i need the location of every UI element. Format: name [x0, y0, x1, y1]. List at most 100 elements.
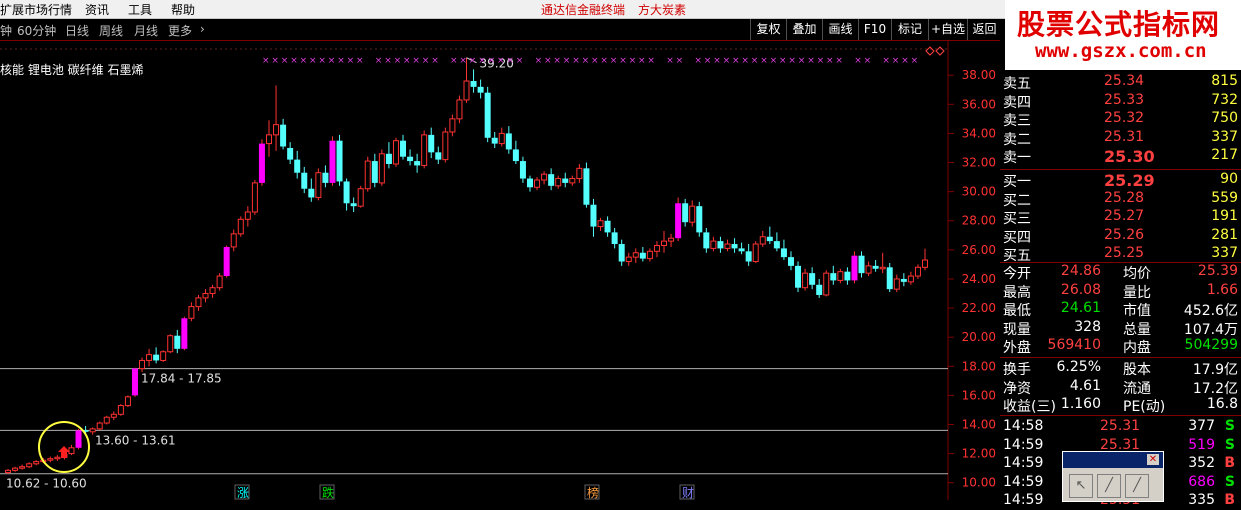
candle-body: [265, 134, 272, 145]
candle-body: [597, 220, 604, 228]
signal-marker: ×: [817, 56, 825, 66]
overlay-button[interactable]: 叠加: [786, 19, 822, 40]
tick-volume: 352: [1188, 455, 1215, 472]
candle-body: [216, 275, 223, 289]
y-tick-label: 18.00: [962, 359, 996, 373]
signal-marker: ×: [835, 56, 843, 66]
bid-price: 25.27: [1104, 208, 1145, 225]
divider: [1000, 169, 1241, 170]
chevron-right-icon[interactable]: ›: [200, 22, 205, 36]
quote-label: 内盘: [1123, 340, 1151, 357]
candle-body: [167, 335, 174, 353]
pointer-icon[interactable]: ↖: [1069, 474, 1093, 498]
fundamental-row: 换手 6.25% 股本 17.9亿: [1000, 359, 1241, 378]
signal-marker: ×: [516, 56, 524, 66]
menu-help[interactable]: 帮助: [171, 1, 195, 18]
mark-button[interactable]: 标记: [891, 19, 928, 40]
ask-row[interactable]: 卖二 25.31 337: [1000, 129, 1241, 148]
candle-body: [604, 220, 611, 233]
signal-marker: ×: [619, 56, 627, 66]
candle-body: [900, 278, 907, 282]
add-watchlist-button[interactable]: +自选: [928, 19, 967, 40]
ask-row[interactable]: 卖五 25.34 815: [1000, 73, 1241, 92]
signal-marker: ×: [469, 56, 477, 66]
candle-body: [442, 131, 449, 161]
close-icon[interactable]: ✕: [1147, 454, 1159, 465]
line-tool-icon[interactable]: ╱: [1097, 474, 1121, 498]
candle-body: [569, 178, 576, 184]
candle-body: [766, 236, 773, 242]
signal-marker: ×: [788, 56, 796, 66]
y-tick-label: 38.00: [962, 68, 996, 82]
kline-chart[interactable]: 38.00 36.00 34.00 32.00 30.00 28.00 26.00 24.00…: [0, 41, 1000, 500]
quote-label: 外盘: [1003, 340, 1031, 357]
candle-body: [146, 354, 153, 361]
f10-button[interactable]: F10: [858, 19, 891, 40]
menu-tools[interactable]: 工具: [128, 1, 152, 18]
tab-weekly[interactable]: 周线: [99, 22, 123, 39]
tick-time: 14:59: [1003, 492, 1044, 509]
candle-body: [717, 241, 724, 249]
ask-row[interactable]: 卖四 25.33 732: [1000, 92, 1241, 111]
candle-body: [703, 232, 710, 249]
zone-label-upper: 17.84 - 17.85: [141, 372, 222, 386]
bid-row[interactable]: 买五 25.25 337: [1000, 245, 1241, 264]
signal-marker: ×: [882, 56, 890, 66]
ask-label: 卖四: [1003, 94, 1031, 111]
bid-row[interactable]: 买一 25.29 90: [1000, 171, 1241, 190]
back-button[interactable]: 返回: [967, 19, 1001, 40]
tab-60min[interactable]: 60分钟: [17, 22, 56, 39]
signal-marker: ×: [779, 56, 787, 66]
ray-tool-icon[interactable]: ╱: [1125, 474, 1149, 498]
candle-body: [590, 204, 597, 227]
candle-body: [385, 153, 392, 164]
signal-marker: ×: [911, 56, 919, 66]
tab-daily[interactable]: 日线: [65, 22, 89, 39]
candle-body: [174, 335, 181, 349]
candle-body: [223, 246, 230, 277]
candle-body: [54, 456, 61, 460]
bid-volume: 337: [1211, 245, 1238, 262]
bid-row[interactable]: 买四 25.26 281: [1000, 227, 1241, 246]
tab-more[interactable]: 更多: [168, 22, 192, 39]
signal-marker: ×: [694, 56, 702, 66]
signal-marker: ×: [807, 56, 815, 66]
candle-body: [237, 218, 244, 235]
candle-body: [96, 422, 103, 430]
bid-row[interactable]: 买二 25.28 559: [1000, 190, 1241, 209]
candle-body: [68, 447, 75, 455]
signal-marker: ×: [854, 56, 862, 66]
ask-row[interactable]: 卖三 25.32 750: [1000, 110, 1241, 129]
candle-body: [273, 124, 280, 136]
diamond-icon: [935, 46, 945, 56]
concept-tags: 核能 锂电池 碳纤维 石墨烯: [0, 63, 144, 77]
signal-marker: ×: [337, 56, 345, 66]
menu-market[interactable]: 扩展市场行情: [0, 1, 72, 18]
tab-minute[interactable]: 钟: [0, 22, 12, 39]
event-marker-label: 跌: [322, 485, 334, 500]
ask-row[interactable]: 卖一 25.30 217: [1000, 147, 1241, 166]
y-tick-label: 34.00: [962, 126, 996, 140]
drawing-tool-window[interactable]: ✕ ↖ ╱ ╱: [1062, 451, 1164, 502]
candle-body: [188, 306, 195, 319]
candle-body: [816, 284, 823, 295]
signal-marker: ×: [629, 56, 637, 66]
candle-body: [646, 250, 653, 260]
menu-news[interactable]: 资讯: [85, 1, 109, 18]
fundamental-value: 17.9亿: [1192, 362, 1238, 378]
ask-volume: 750: [1211, 110, 1238, 127]
signal-marker: ×: [553, 56, 561, 66]
candle-body: [251, 182, 258, 213]
signal-marker: ×: [647, 56, 655, 66]
candle-body: [294, 159, 301, 173]
fundamental-label: 净资: [1003, 380, 1031, 397]
candle-body: [795, 265, 802, 288]
tab-monthly[interactable]: 月线: [134, 22, 158, 39]
fuquan-button[interactable]: 复权: [750, 19, 786, 40]
signal-marker: ×: [798, 56, 806, 66]
quote-row: 最低 24.61 市值 452.6亿: [1000, 300, 1241, 319]
fundamental-value: 17.2亿: [1192, 380, 1238, 397]
draw-line-button[interactable]: 画线: [822, 19, 858, 40]
signal-marker: ×: [328, 56, 336, 66]
bid-row[interactable]: 买三 25.27 191: [1000, 208, 1241, 227]
